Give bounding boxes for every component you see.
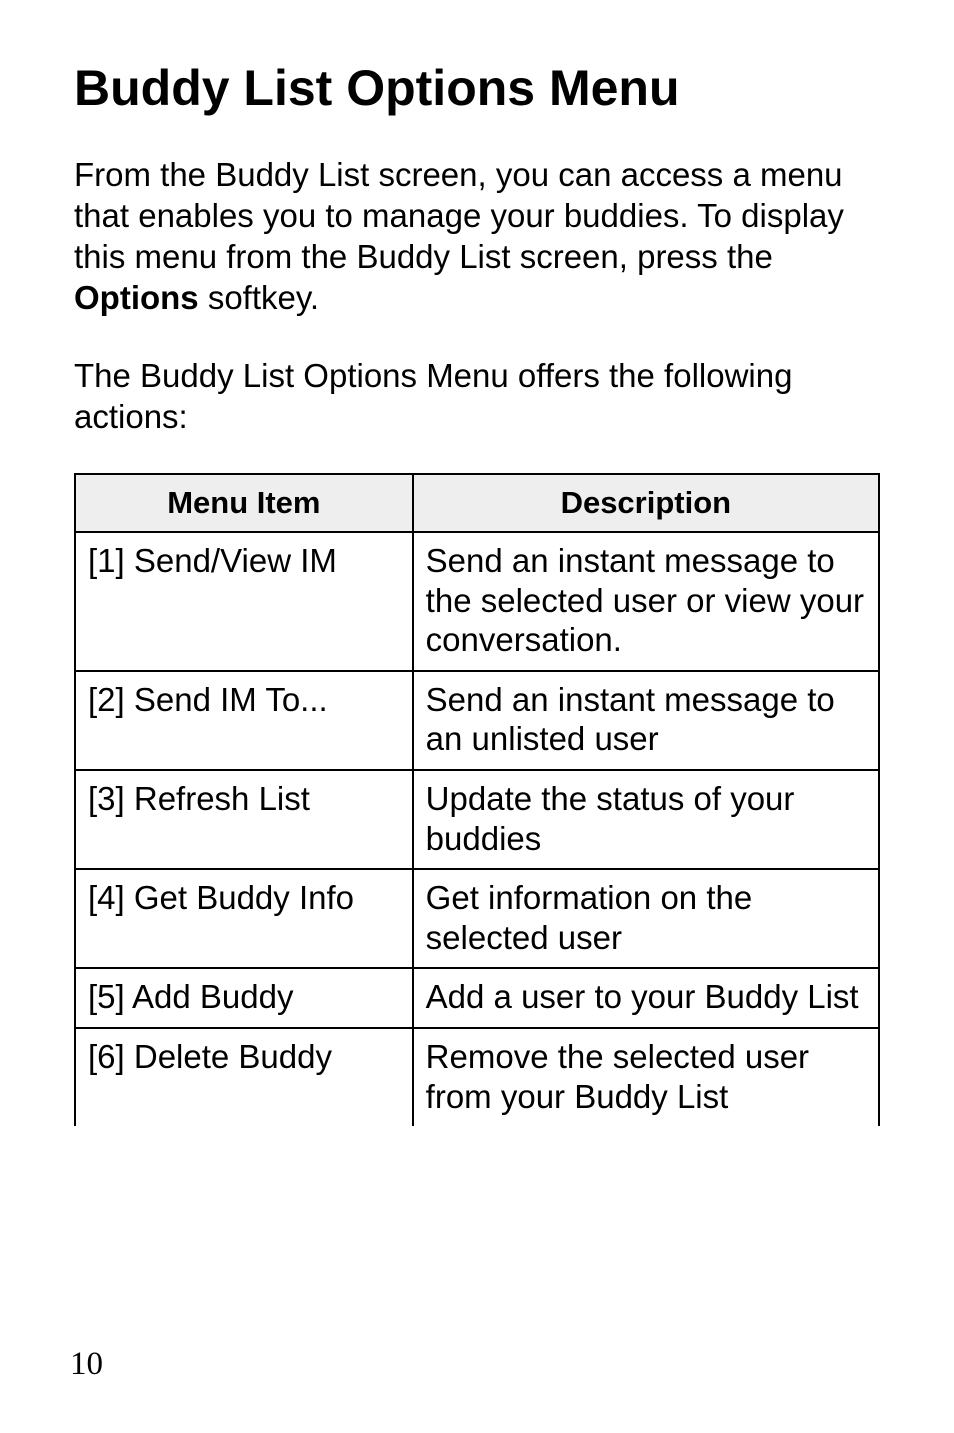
document-page: Buddy List Options Menu From the Buddy L… [0, 0, 954, 1433]
table-row: [5] Add Buddy Add a user to your Buddy L… [75, 968, 879, 1028]
cell-menu-item: [6] Delete Buddy [75, 1028, 413, 1126]
header-menu-item: Menu Item [75, 474, 413, 532]
options-table: Menu Item Description [1] Send/View IM S… [74, 473, 880, 1126]
cell-description: Update the status of your buddies [413, 770, 879, 869]
table-row: [4] Get Buddy Info Get information on th… [75, 869, 879, 968]
page-title: Buddy List Options Menu [74, 60, 880, 118]
intro-suffix: softkey. [199, 279, 319, 316]
cell-menu-item: [1] Send/View IM [75, 532, 413, 671]
table-row: [1] Send/View IM Send an instant message… [75, 532, 879, 671]
cell-menu-item: [4] Get Buddy Info [75, 869, 413, 968]
cell-menu-item: [5] Add Buddy [75, 968, 413, 1028]
table-header-row: Menu Item Description [75, 474, 879, 532]
table-row: [2] Send IM To... Send an instant messag… [75, 671, 879, 770]
intro-paragraph-1: From the Buddy List screen, you can acce… [74, 154, 880, 319]
cell-description: Send an instant message to the selected … [413, 532, 879, 671]
table-row: [6] Delete Buddy Remove the selected use… [75, 1028, 879, 1126]
cell-description: Remove the selected user from your Buddy… [413, 1028, 879, 1126]
cell-menu-item: [3] Refresh List [75, 770, 413, 869]
header-description: Description [413, 474, 879, 532]
cell-description: Add a user to your Buddy List [413, 968, 879, 1028]
cell-menu-item: [2] Send IM To... [75, 671, 413, 770]
intro-prefix: From the Buddy List screen, you can acce… [74, 156, 844, 276]
page-number: 10 [70, 1346, 103, 1383]
intro-paragraph-2: The Buddy List Options Menu offers the f… [74, 355, 880, 438]
cell-description: Send an instant message to an unlisted u… [413, 671, 879, 770]
cell-description: Get information on the selected user [413, 869, 879, 968]
table-row: [3] Refresh List Update the status of yo… [75, 770, 879, 869]
intro-bold-options: Options [74, 279, 199, 316]
